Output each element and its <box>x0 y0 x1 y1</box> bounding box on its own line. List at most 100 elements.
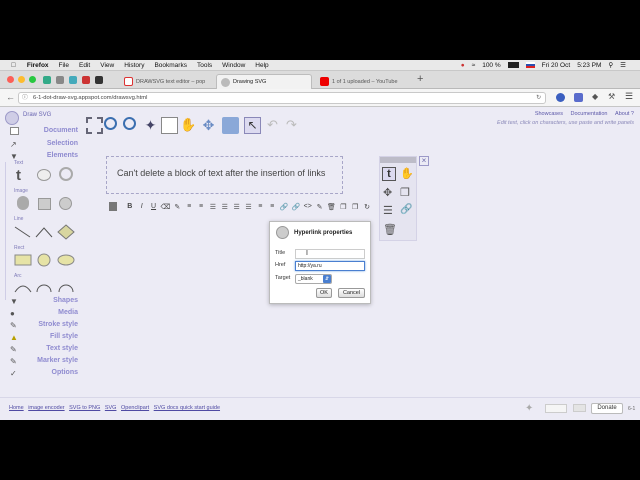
footer-link-image-encoder[interactable]: image encoder <box>28 405 64 411</box>
menu-bookmarks[interactable]: Bookmarks <box>154 62 187 69</box>
link-about[interactable]: About ? <box>615 111 634 117</box>
image-tool-icon[interactable] <box>17 196 29 210</box>
link-icon[interactable]: 🔗 <box>279 202 289 212</box>
link-showcases[interactable]: Showcases <box>535 111 563 117</box>
maximize-window-button[interactable] <box>29 76 36 83</box>
paste-icon[interactable]: ❐ <box>350 202 360 212</box>
tab-youtube[interactable]: 1 of 1 uploaded – YouTube <box>316 74 412 89</box>
text-color-icon[interactable] <box>109 202 117 211</box>
fit-page-icon[interactable] <box>86 117 103 134</box>
close-window-button[interactable] <box>7 76 14 83</box>
cancel-button[interactable]: Cancel <box>338 288 365 298</box>
back-icon[interactable]: ← <box>6 92 15 102</box>
pinned-tab-icon[interactable] <box>95 76 103 84</box>
section-stroke-style[interactable]: Stroke style <box>38 321 78 328</box>
align-justify-icon[interactable]: ☰ <box>244 202 254 212</box>
arc-tool-icon[interactable] <box>14 285 32 293</box>
strikethrough-icon[interactable]: ≡ <box>255 202 265 212</box>
footer-link-svg-to-png[interactable]: SVG to PNG <box>69 405 100 411</box>
image-embed-icon[interactable] <box>38 198 51 210</box>
move-icon[interactable]: ✥ <box>200 117 217 134</box>
circle-tool-icon[interactable] <box>37 253 51 267</box>
zoom-in-icon[interactable] <box>123 117 136 130</box>
link-documentation[interactable]: Documentation <box>571 111 608 117</box>
spiral-text-icon[interactable] <box>59 167 73 181</box>
shield-icon[interactable]: ◆ <box>592 92 598 101</box>
svg-logo-icon[interactable] <box>59 197 72 210</box>
polygon-tool-icon[interactable] <box>57 224 75 240</box>
copy-icon[interactable]: ❐ <box>338 202 348 212</box>
zoom-out-icon[interactable] <box>104 117 117 130</box>
section-document[interactable]: Document <box>44 127 78 134</box>
pinned-tab-icon[interactable] <box>82 76 90 84</box>
bold-button[interactable]: B <box>125 202 135 212</box>
align-right-icon[interactable]: ☰ <box>232 202 242 212</box>
align-center-icon[interactable]: ☰ <box>220 202 230 212</box>
text-block-content[interactable]: Can't delete a block of text after the i… <box>117 168 325 178</box>
text-block[interactable]: Can't delete a block of text after the i… <box>106 156 343 194</box>
arc-tool-icon[interactable] <box>36 284 52 293</box>
menu-tools[interactable]: Tools <box>197 62 212 69</box>
apple-icon[interactable]:  <box>11 62 16 69</box>
redo-icon[interactable]: ↷ <box>283 117 300 134</box>
drawing-canvas[interactable]: Can't delete a block of text after the i… <box>86 143 640 393</box>
footer-link-home[interactable]: Home <box>9 405 24 411</box>
tools-icon[interactable]: ⚒ <box>608 92 615 101</box>
link-icon[interactable]: 🔗 <box>400 204 412 215</box>
arc-tool-icon[interactable] <box>58 284 74 293</box>
menu-help[interactable]: Help <box>255 62 268 69</box>
section-options[interactable]: Options <box>52 369 78 376</box>
minimize-window-button[interactable] <box>18 76 25 83</box>
list-icon[interactable]: ☰ <box>383 204 393 217</box>
footer-link-svg-docs[interactable]: SVG docs quick start guide <box>154 405 220 411</box>
battery-icon[interactable] <box>507 62 519 68</box>
close-panel-icon[interactable]: × <box>419 156 429 166</box>
hamburger-menu-icon[interactable]: ☰ <box>625 91 633 102</box>
fit-selection-icon[interactable]: ✦ <box>142 117 159 134</box>
polyline-tool-icon[interactable] <box>35 227 53 238</box>
ok-button[interactable]: OK <box>316 288 332 298</box>
info-icon[interactable]: ⓘ <box>22 93 28 104</box>
select-pointer-icon[interactable]: ↖ <box>244 117 261 134</box>
menu-view[interactable]: View <box>100 62 114 69</box>
resize-icon[interactable]: ✥ <box>383 186 392 199</box>
section-shapes[interactable]: Shapes <box>53 297 78 304</box>
spacing-icon[interactable]: ≡ <box>267 202 277 212</box>
menu-edit[interactable]: Edit <box>79 62 90 69</box>
new-tab-button[interactable]: + <box>417 73 423 85</box>
duplicate-icon[interactable]: ❐ <box>400 186 410 199</box>
href-field[interactable]: http://ya.ru <box>295 261 365 271</box>
pocket-icon[interactable] <box>574 93 583 102</box>
section-fill-style[interactable]: Fill style <box>50 333 78 340</box>
refresh-icon[interactable]: ↻ <box>362 202 372 212</box>
text-mode-icon[interactable]: t <box>382 167 396 181</box>
text-path-icon[interactable] <box>37 169 51 181</box>
numbered-list-icon[interactable]: ≡ <box>196 202 206 212</box>
delete-icon[interactable]: 🗑 <box>327 202 337 212</box>
target-select[interactable]: _blank ⇵ <box>295 274 332 284</box>
tab-drawsvg-editor[interactable]: DRAWSVG text editor – pop <box>120 74 214 89</box>
tab-drawing-svg[interactable]: Drawing SVG <box>216 74 312 89</box>
flag-icon[interactable] <box>525 62 535 68</box>
section-selection[interactable]: Selection <box>47 140 78 147</box>
bullet-list-icon[interactable]: ≡ <box>184 202 194 212</box>
trash-icon[interactable]: 🗑 <box>383 223 397 236</box>
wifi-icon[interactable]: ≈ <box>472 62 476 69</box>
edit-icon[interactable]: ✎ <box>315 202 325 212</box>
pinned-tab-icon[interactable] <box>56 76 64 84</box>
menu-firefox[interactable]: Firefox <box>27 62 49 69</box>
news-badge-icon[interactable] <box>545 404 567 413</box>
align-left-icon[interactable]: ☰ <box>208 202 218 212</box>
section-media[interactable]: Media <box>58 309 78 316</box>
pencil-icon[interactable]: ✎ <box>172 202 182 212</box>
record-icon[interactable]: ● <box>461 62 465 69</box>
rect-tool-icon[interactable] <box>14 254 32 266</box>
ellipse-tool-icon[interactable] <box>57 254 75 266</box>
hand-icon[interactable]: ✋ <box>400 167 414 180</box>
toggle-icon[interactable] <box>573 404 586 412</box>
menu-window[interactable]: Window <box>222 62 245 69</box>
list-icon[interactable]: ☰ <box>620 61 626 69</box>
undo-icon[interactable]: ↶ <box>264 117 281 134</box>
select-arrow-icon[interactable]: ⇵ <box>323 275 331 283</box>
line-tool-icon[interactable] <box>14 226 31 238</box>
